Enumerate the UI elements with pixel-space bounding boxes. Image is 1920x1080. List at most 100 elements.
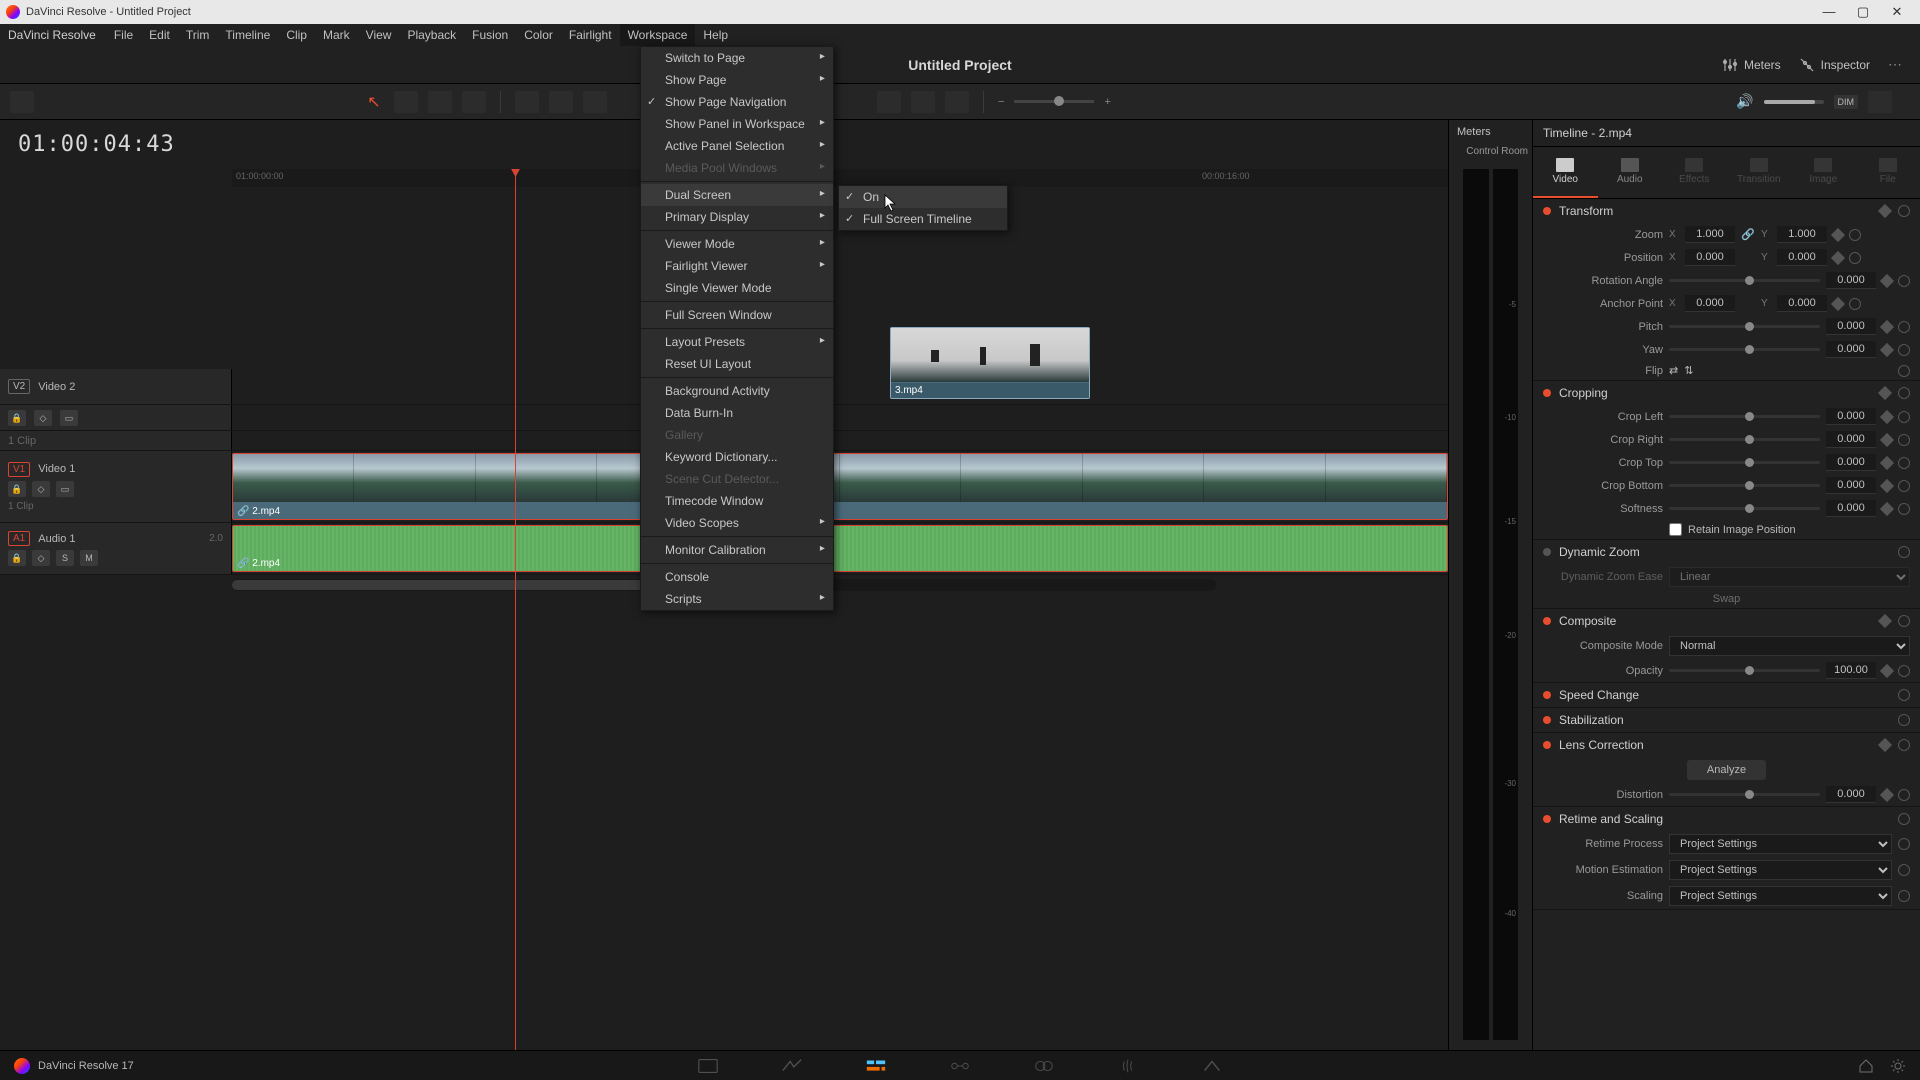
distortion-slider[interactable]: [1669, 793, 1820, 796]
overwrite-tool[interactable]: [515, 91, 539, 113]
keyframe-icon[interactable]: [1880, 319, 1894, 333]
keyframe-icon[interactable]: [1880, 787, 1894, 801]
zoom-in-icon[interactable]: +: [1104, 96, 1110, 108]
track-lock[interactable]: 🔒: [8, 410, 26, 426]
crop-left-slider[interactable]: [1669, 415, 1820, 418]
menu-mark[interactable]: Mark: [315, 24, 358, 46]
trim-tool[interactable]: [394, 91, 418, 113]
keyframe-icon[interactable]: [1878, 386, 1892, 400]
reset-icon[interactable]: [1898, 387, 1910, 399]
page-cut[interactable]: [780, 1057, 804, 1075]
enable-dot[interactable]: [1543, 548, 1551, 556]
insert-tool[interactable]: [462, 91, 486, 113]
menu-item-active-panel-selection[interactable]: Active Panel Selection: [641, 135, 833, 157]
reset-icon[interactable]: [1898, 344, 1910, 356]
reset-icon[interactable]: [1898, 434, 1910, 446]
meters-toggle[interactable]: Meters: [1722, 57, 1781, 73]
tab-file[interactable]: File: [1856, 147, 1920, 198]
menu-fairlight[interactable]: Fairlight: [561, 24, 620, 46]
menu-workspace[interactable]: Workspace: [620, 24, 696, 46]
track-mute[interactable]: M: [80, 550, 98, 566]
reset-icon[interactable]: [1898, 503, 1910, 515]
flip-h[interactable]: ⇄: [1669, 364, 1678, 377]
composite-mode-select[interactable]: Normal: [1669, 636, 1910, 656]
rotation-slider[interactable]: [1669, 279, 1820, 282]
dynzoom-ease-select[interactable]: Linear: [1669, 567, 1910, 587]
menu-item-console[interactable]: Console: [641, 566, 833, 588]
reset-icon[interactable]: [1849, 298, 1861, 310]
page-edit[interactable]: [864, 1057, 888, 1075]
reset-icon[interactable]: [1898, 480, 1910, 492]
menu-playback[interactable]: Playback: [399, 24, 464, 46]
keyframe-icon[interactable]: [1878, 204, 1892, 218]
dual-screen-submenu[interactable]: OnFull Screen Timeline: [838, 185, 1008, 231]
menu-item-viewer-mode[interactable]: Viewer Mode: [641, 233, 833, 255]
page-deliver[interactable]: [1200, 1057, 1224, 1075]
marker-tool[interactable]: [945, 91, 969, 113]
menu-item-scripts[interactable]: Scripts: [641, 588, 833, 610]
menu-edit[interactable]: Edit: [141, 24, 178, 46]
reset-icon[interactable]: [1898, 275, 1910, 287]
crop-bottom-slider[interactable]: [1669, 484, 1820, 487]
enable-dot[interactable]: [1543, 617, 1551, 625]
crop-top-input[interactable]: [1826, 454, 1876, 471]
keyframe-icon[interactable]: [1880, 501, 1894, 515]
page-media[interactable]: [696, 1057, 720, 1075]
tab-video[interactable]: Video: [1533, 147, 1598, 198]
page-fairlight[interactable]: [1116, 1057, 1140, 1075]
track-a1-content[interactable]: 🔗 2.mp4: [232, 523, 1448, 574]
distortion-input[interactable]: [1826, 786, 1876, 803]
menu-item-primary-display[interactable]: Primary Display: [641, 206, 833, 228]
keyframe-icon[interactable]: [1880, 409, 1894, 423]
menu-item-reset-ui-layout[interactable]: Reset UI Layout: [641, 353, 833, 375]
softness-input[interactable]: [1826, 500, 1876, 517]
home-icon[interactable]: [1858, 1058, 1874, 1074]
fit-tool[interactable]: [583, 91, 607, 113]
timeline-view-options[interactable]: [10, 91, 34, 113]
menu-help[interactable]: Help: [695, 24, 736, 46]
clip-a1[interactable]: 🔗 2.mp4: [232, 525, 1448, 572]
tab-image[interactable]: Image: [1791, 147, 1856, 198]
enable-dot[interactable]: [1543, 389, 1551, 397]
submenu-item-on[interactable]: On: [839, 186, 1007, 208]
tab-audio[interactable]: Audio: [1598, 147, 1663, 198]
crop-top-slider[interactable]: [1669, 461, 1820, 464]
reset-icon[interactable]: [1898, 813, 1910, 825]
tab-transition[interactable]: Transition: [1727, 147, 1792, 198]
keyframe-icon[interactable]: [1880, 455, 1894, 469]
track-lock[interactable]: 🔒: [8, 550, 26, 566]
opacity-input[interactable]: [1826, 662, 1876, 679]
settings-icon[interactable]: [1890, 1058, 1906, 1074]
reset-icon[interactable]: [1898, 890, 1910, 902]
inspector-toggle[interactable]: Inspector: [1799, 57, 1870, 73]
menu-trim[interactable]: Trim: [178, 24, 218, 46]
menu-item-single-viewer-mode[interactable]: Single Viewer Mode: [641, 277, 833, 299]
zoom-out-icon[interactable]: −: [998, 96, 1004, 108]
reset-icon[interactable]: [1898, 615, 1910, 627]
menu-item-video-scopes[interactable]: Video Scopes: [641, 512, 833, 534]
menu-item-background-activity[interactable]: Background Activity: [641, 380, 833, 402]
menu-item-fairlight-viewer[interactable]: Fairlight Viewer: [641, 255, 833, 277]
keyframe-icon[interactable]: [1878, 614, 1892, 628]
menu-item-keyword-dictionary-[interactable]: Keyword Dictionary...: [641, 446, 833, 468]
customize-toolbar[interactable]: [1868, 91, 1892, 113]
scaling-select[interactable]: Project Settings: [1669, 886, 1892, 906]
submenu-item-full-screen-timeline[interactable]: Full Screen Timeline: [839, 208, 1007, 230]
track-lock[interactable]: 🔒: [8, 481, 26, 497]
pos-x-input[interactable]: [1685, 249, 1735, 266]
reset-icon[interactable]: [1898, 739, 1910, 751]
crop-bottom-input[interactable]: [1826, 477, 1876, 494]
rotation-input[interactable]: [1826, 272, 1876, 289]
enable-dot[interactable]: [1543, 207, 1551, 215]
link-icon[interactable]: 🔗: [1741, 228, 1755, 241]
reset-icon[interactable]: [1898, 321, 1910, 333]
retain-checkbox[interactable]: [1669, 523, 1682, 536]
reset-icon[interactable]: [1898, 864, 1910, 876]
menu-item-show-page-navigation[interactable]: Show Page Navigation: [641, 91, 833, 113]
keyframe-icon[interactable]: [1831, 296, 1845, 310]
zoom-x-input[interactable]: [1685, 226, 1735, 243]
motion-estimation-select[interactable]: Project Settings: [1669, 860, 1892, 880]
reset-icon[interactable]: [1898, 365, 1910, 377]
keyframe-icon[interactable]: [1831, 227, 1845, 241]
menu-view[interactable]: View: [358, 24, 400, 46]
